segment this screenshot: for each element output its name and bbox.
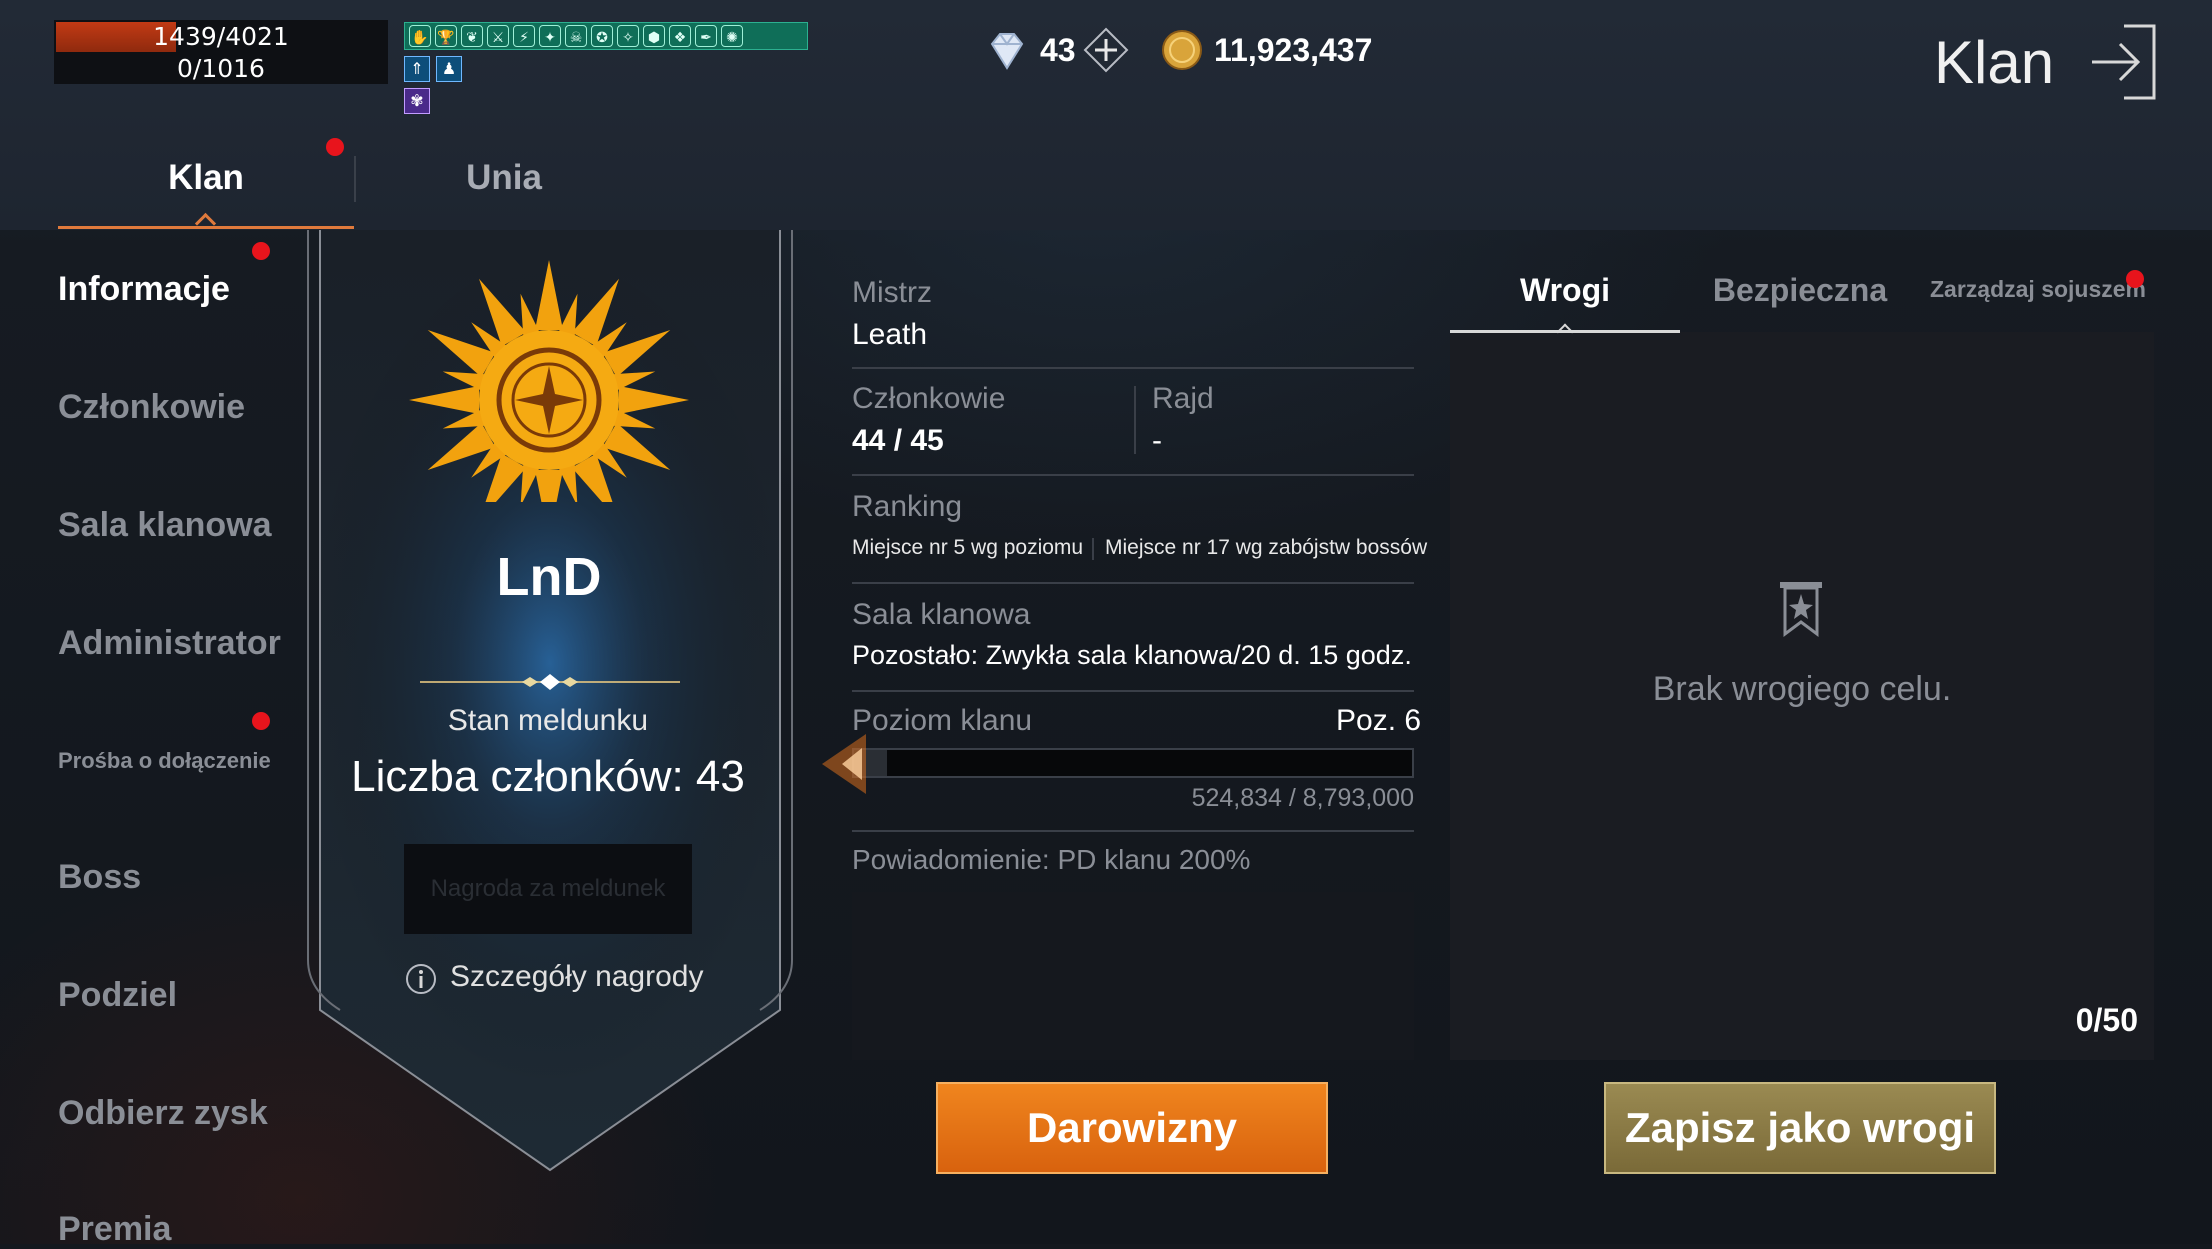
banner-icon: [1780, 582, 1822, 637]
checkin-label: Stan meldunku: [447, 704, 649, 737]
divider: [852, 690, 1414, 692]
xp-bar: [852, 748, 1414, 778]
gold-count: 11,923,437: [1214, 32, 1373, 68]
buff-icon[interactable]: ❦: [461, 25, 483, 47]
buff-icon[interactable]: ♟: [436, 56, 462, 82]
divider: [852, 367, 1414, 369]
save-enemy-button[interactable]: Zapisz jako wrogi: [1604, 1082, 1996, 1174]
notification-dot: [252, 242, 270, 260]
tab-zarzadzaj-sojuszem[interactable]: Zarządzaj sojuszem: [1920, 276, 2156, 303]
member-count-text: Liczba członków: 43: [351, 752, 745, 801]
buff-icon[interactable]: 🏆: [435, 25, 457, 47]
buff-icon[interactable]: ⚡: [513, 25, 535, 47]
diamond-icon: [990, 33, 1024, 70]
sidebar-item-administrator[interactable]: Administrator: [58, 624, 281, 663]
buff-icon[interactable]: ✺: [721, 25, 743, 47]
notification-dot: [252, 712, 270, 730]
level-label: Poziom klanu: [852, 704, 1033, 737]
buff-icon[interactable]: ✧: [617, 25, 639, 47]
notification-dot: [326, 138, 344, 156]
tab-unia[interactable]: Unia: [356, 158, 652, 198]
sidebar-item-odbierz-zysk[interactable]: Odbierz zysk: [58, 1094, 268, 1133]
divider: [852, 474, 1414, 476]
buff-icon[interactable]: ✒: [695, 25, 717, 47]
buff-icon[interactable]: ✋: [409, 25, 431, 47]
buff-icon[interactable]: ⇑: [404, 56, 430, 82]
sidebar-item-boss[interactable]: Boss: [58, 858, 141, 897]
hp-text: 1439/4021: [153, 22, 289, 51]
master-value: Leath: [852, 318, 928, 351]
buff-icon[interactable]: ❖: [669, 25, 691, 47]
divider: [852, 582, 1414, 584]
notice-box: [852, 892, 1414, 1060]
members-value: 44 / 45: [852, 424, 944, 457]
sidebar-item-czlonkowie[interactable]: Członkowie: [58, 388, 245, 427]
buff-icon[interactable]: ☠: [565, 25, 587, 47]
tab-bezpieczna[interactable]: Bezpieczna: [1690, 272, 1910, 309]
buff-icon[interactable]: ✪: [591, 25, 613, 47]
divider: [1092, 538, 1094, 560]
ranking-boss: Miejsce nr 17 wg zabójstw bossów: [1105, 536, 1428, 559]
tab-wrogi[interactable]: Wrogi: [1450, 272, 1680, 309]
divider: [852, 830, 1414, 832]
empty-state-text: Brak wrogiego celu.: [1652, 670, 1952, 708]
raid-label: Rajd: [1152, 382, 1214, 415]
buff-icon[interactable]: ⬢: [643, 25, 665, 47]
gem-count: 43: [1040, 32, 1076, 68]
notification-dot: [2126, 270, 2144, 288]
sidebar-item-sala-klanowa[interactable]: Sala klanowa: [58, 506, 272, 545]
page-title: Klan: [1934, 29, 2055, 96]
sidebar-item-podziel[interactable]: Podziel: [58, 976, 177, 1015]
buff-bar[interactable]: ✋ 🏆 ❦ ⚔ ⚡ ✦ ☠ ✪ ✧ ⬢ ❖ ✒ ✺: [404, 22, 808, 50]
mp-text: 0/1016: [177, 54, 265, 83]
clan-name: LnD: [496, 547, 602, 607]
ranking-label: Ranking: [852, 490, 963, 523]
buff-icon[interactable]: ✦: [539, 25, 561, 47]
raid-value: -: [1152, 424, 1162, 457]
donate-button[interactable]: Darowizny: [936, 1082, 1328, 1174]
hall-label: Sala klanowa: [852, 598, 1031, 631]
sun-emblem-icon: [409, 260, 689, 502]
sidebar-item-informacje[interactable]: Informacje: [58, 270, 230, 309]
xp-text: 524,834 / 8,793,000: [1191, 784, 1414, 812]
enemy-count: 0/50: [2075, 1002, 2138, 1038]
ranking-level: Miejsce nr 5 wg poziomu: [852, 536, 1084, 559]
buff-icon[interactable]: ⚔: [487, 25, 509, 47]
divider: [1134, 386, 1136, 454]
hall-value: Pozostało: Zwykła sala klanowa/20 d. 15 …: [852, 640, 1412, 670]
coin-icon: [1162, 30, 1202, 70]
master-label: Mistrz: [852, 276, 932, 309]
tab-klan[interactable]: Klan: [58, 158, 354, 198]
sidebar-item-prosba[interactable]: Prośba o dołączenie: [58, 748, 271, 774]
notice-text: Powiadomienie: PD klanu 200%: [852, 844, 1251, 875]
plus-icon[interactable]: [1082, 26, 1130, 74]
buff-icon[interactable]: ✾: [404, 88, 430, 114]
level-value: Poz. 6: [1336, 704, 1422, 737]
exit-arrow-icon[interactable]: [2088, 22, 2158, 102]
members-label: Członkowie: [852, 382, 1006, 415]
info-icon[interactable]: [404, 962, 438, 996]
checkin-reward-button[interactable]: Nagroda za meldunek: [404, 844, 692, 934]
reward-details-link[interactable]: Szczegóły nagrody: [450, 960, 703, 994]
sidebar-item-premia[interactable]: Premia: [58, 1210, 171, 1249]
